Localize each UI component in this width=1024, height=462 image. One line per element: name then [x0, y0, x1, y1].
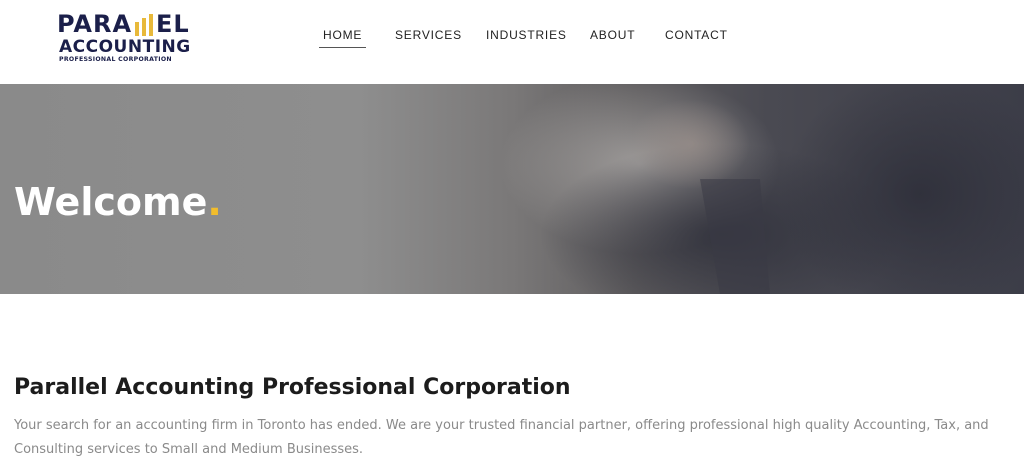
logo-tagline: PROFESSIONAL CORPORATION — [59, 56, 172, 63]
intro-heading: Parallel Accounting Professional Corpora… — [14, 375, 571, 400]
site-header: PARA EL ACCOUNTING PROFESSIONAL CORPORAT… — [0, 0, 1024, 84]
hero-title-dot: . — [207, 180, 222, 224]
nav-item-about[interactable]: ABOUT — [590, 26, 635, 48]
hero-title-text: Welcome — [14, 180, 208, 224]
hero-title: Welcome. — [14, 180, 222, 224]
intro-body: Your search for an accounting firm in To… — [14, 418, 989, 457]
nav-item-services[interactable]: SERVICES — [395, 26, 462, 48]
nav-item-home[interactable]: HOME — [319, 26, 367, 48]
nav-item-contact[interactable]: CONTACT — [665, 26, 728, 48]
nav-item-industries[interactable]: INDUSTRIES — [486, 26, 567, 48]
hero-banner: Welcome. — [0, 84, 1024, 294]
main-nav: HOME SERVICES INDUSTRIES ABOUT CONTACT — [0, 26, 1024, 50]
